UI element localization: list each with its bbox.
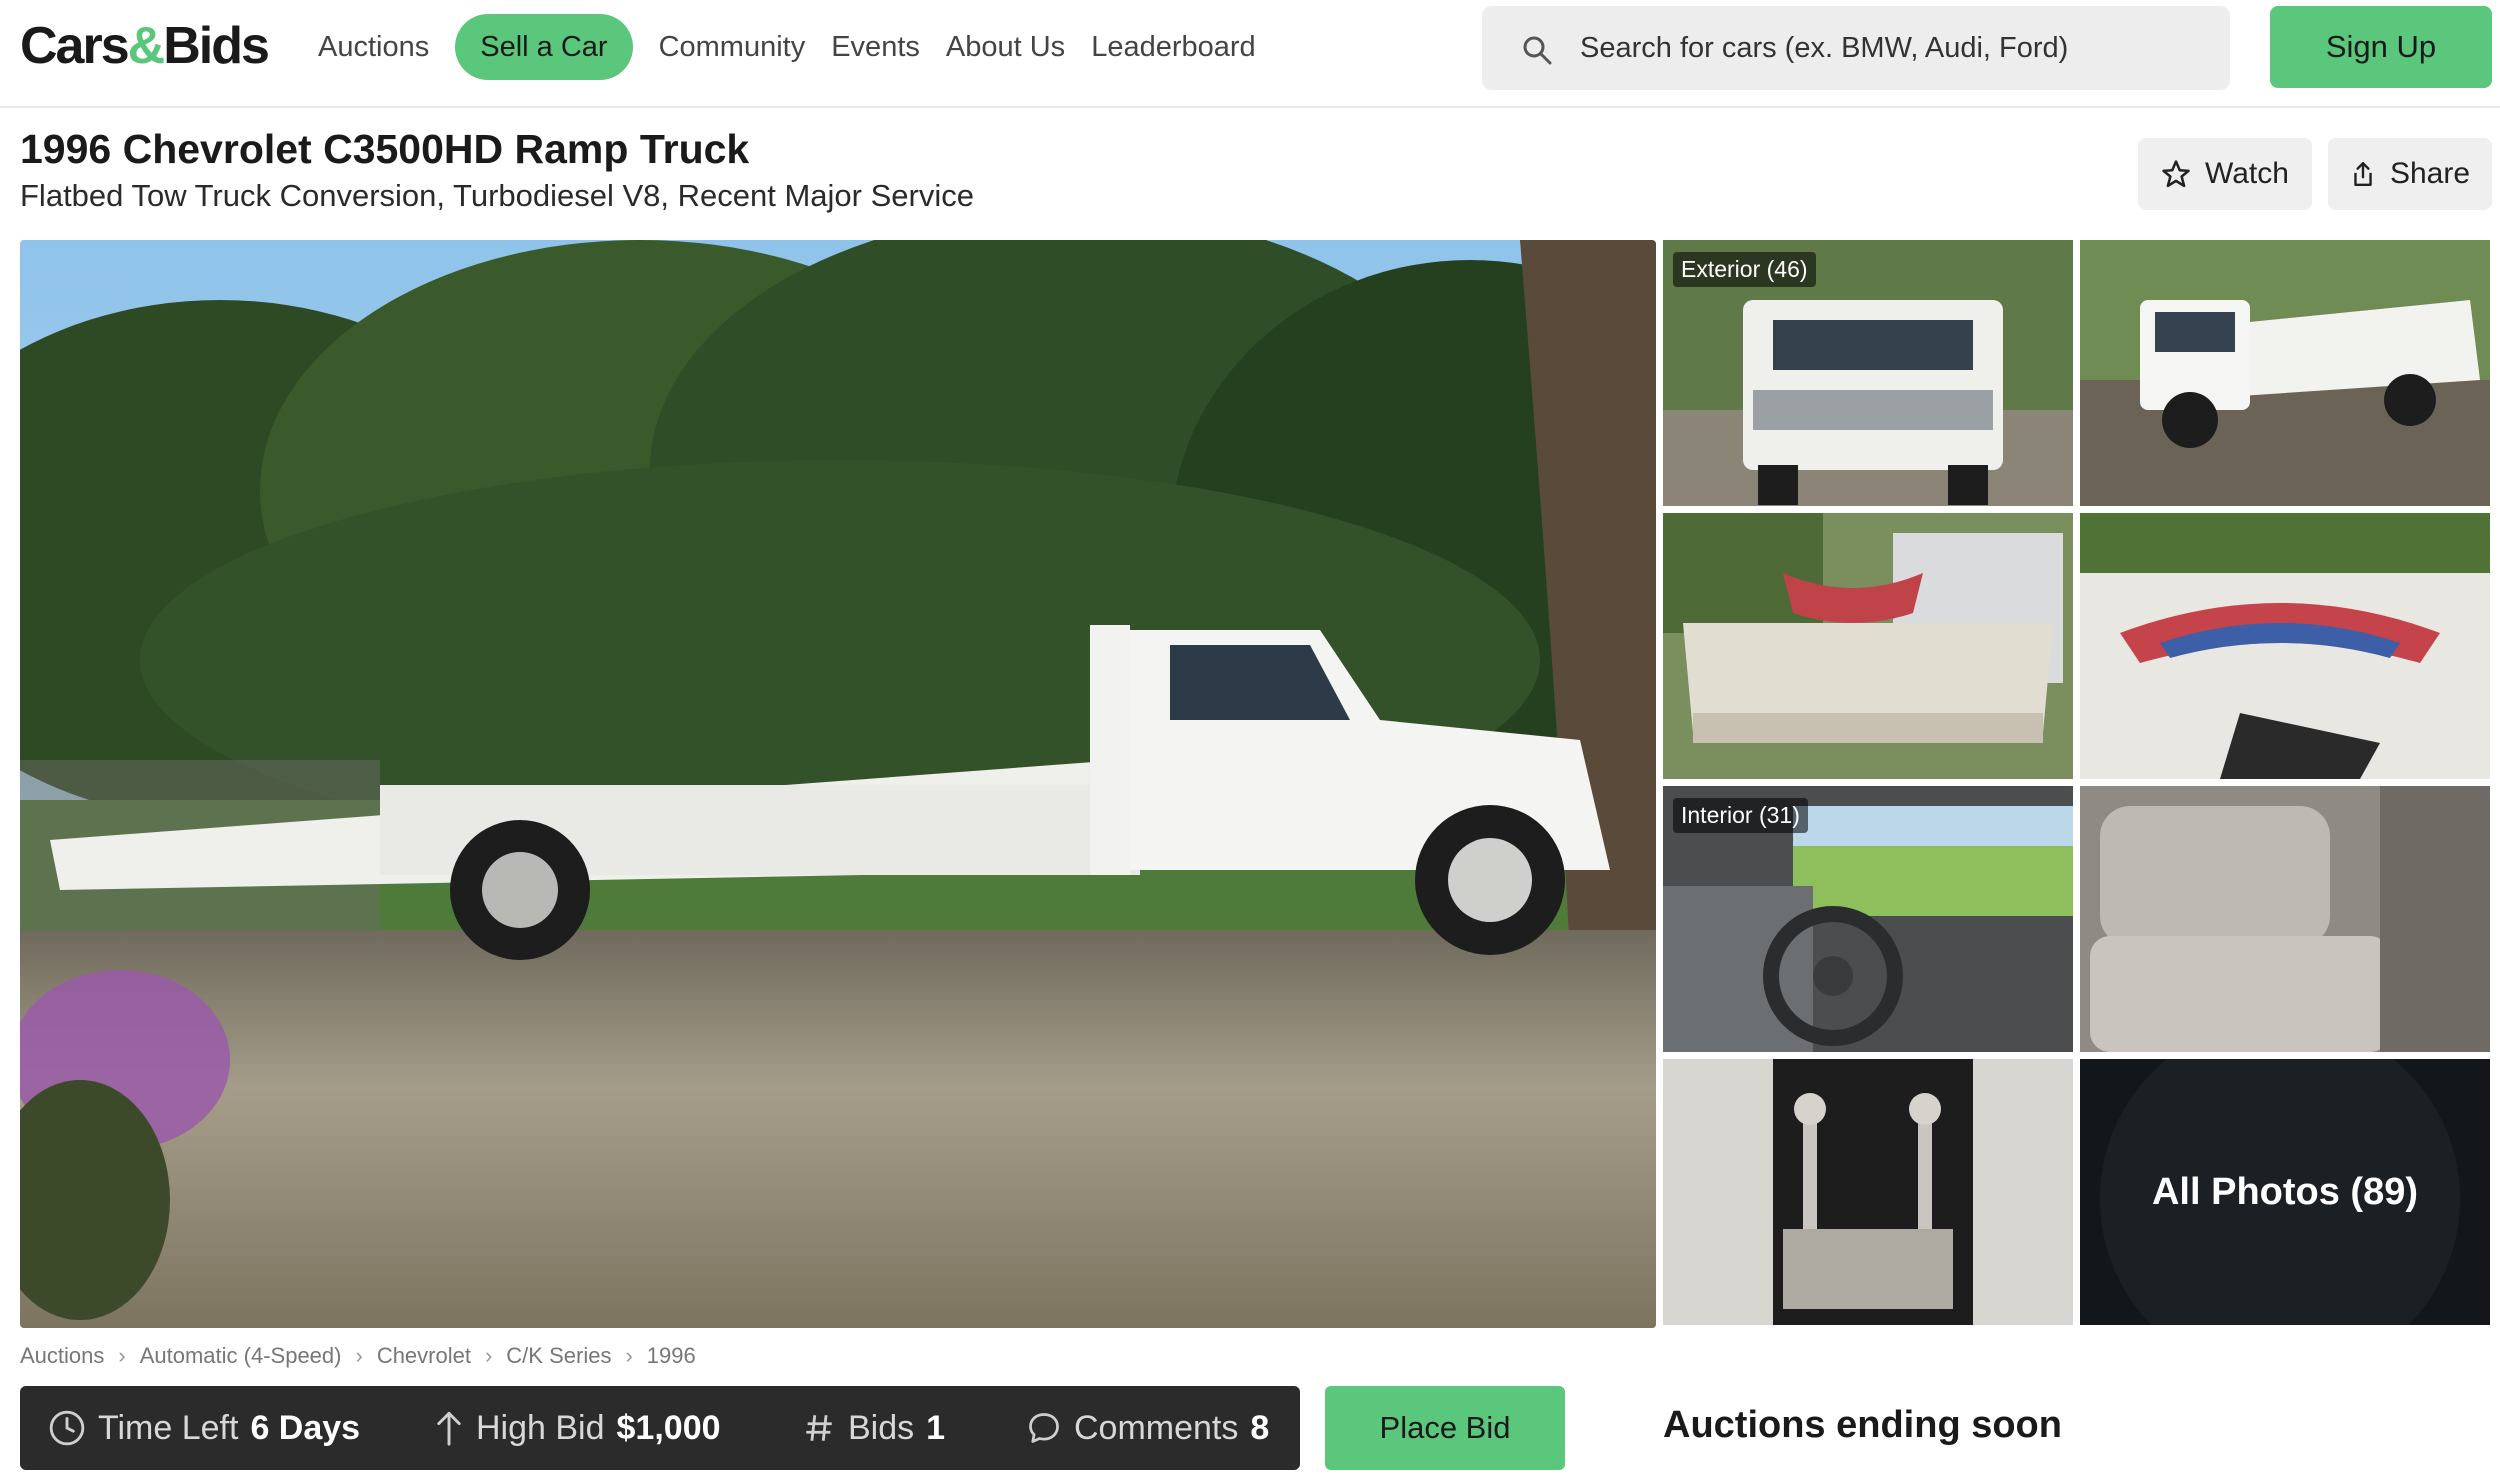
bids-value: 1 [926, 1408, 946, 1447]
thumbnail-exterior-side[interactable] [2080, 240, 2490, 506]
thumbnail-interior-seat[interactable] [2080, 786, 2490, 1052]
nav-events[interactable]: Events [831, 14, 920, 80]
thumbnail-hydraulic-levers[interactable] [1663, 1059, 2073, 1325]
place-bid-button[interactable]: Place Bid [1325, 1386, 1565, 1470]
time-left: Time Left 6 Days [48, 1386, 360, 1470]
arrow-up-icon [437, 1411, 461, 1446]
share-icon [2354, 162, 2372, 186]
nav-leaderboard[interactable]: Leaderboard [1091, 14, 1255, 80]
chevron-right-icon: › [355, 1343, 363, 1368]
comment-icon [1029, 1413, 1059, 1443]
comment-count[interactable]: Comments 8 [1026, 1386, 1269, 1470]
bids-label: Bids [848, 1408, 915, 1447]
listing-title: 1996 Chevrolet C3500HD Ramp Truck [20, 126, 750, 172]
bid-bar: Time Left 6 Days High Bid $1,000 Bids 1 … [20, 1386, 1300, 1470]
hash-icon [806, 1415, 832, 1441]
main-nav: Auctions Sell a Car Community Events Abo… [318, 14, 1256, 80]
breadcrumb-make[interactable]: Chevrolet [377, 1343, 471, 1369]
breadcrumb-model[interactable]: C/K Series [506, 1343, 611, 1369]
sign-up-button[interactable]: Sign Up [2270, 6, 2492, 88]
high-bid: High Bid $1,000 [434, 1386, 721, 1470]
comments-label: Comments [1074, 1408, 1239, 1447]
search-icon [1523, 36, 1552, 65]
main-photo[interactable] [20, 240, 1656, 1328]
site-logo[interactable]: Cars&Bids [20, 16, 270, 76]
chevron-right-icon: › [625, 1343, 633, 1368]
star-icon [2162, 160, 2190, 188]
thumbnail-interior-dash[interactable]: Interior (31) [1663, 786, 2073, 1052]
high-bid-label: High Bid [476, 1408, 605, 1447]
all-photos-label: All Photos (89) [2151, 1170, 2419, 1213]
listing-subtitle: Flatbed Tow Truck Conversion, Turbodiese… [20, 178, 974, 213]
search-placeholder: Search for cars (ex. BMW, Audi, Ford) [1580, 32, 2069, 64]
nav-community[interactable]: Community [659, 14, 806, 80]
thumbnail-exterior-front[interactable]: Exterior (46) [1663, 240, 2073, 506]
thumbnail-exterior-rear[interactable] [1663, 513, 2073, 779]
high-bid-value: $1,000 [616, 1408, 721, 1447]
thumbnail-exterior-deck[interactable] [2080, 513, 2490, 779]
search-input[interactable]: Search for cars (ex. BMW, Audi, Ford) [1482, 6, 2230, 90]
bid-count: Bids 1 [802, 1386, 945, 1470]
interior-photo-count: Interior (31) [1673, 798, 1808, 833]
watch-button[interactable]: Watch [2138, 138, 2312, 210]
time-left-value: 6 Days [250, 1408, 361, 1447]
clock-icon [49, 1410, 85, 1446]
breadcrumb-auctions[interactable]: Auctions [20, 1343, 104, 1369]
share-label: Share [2389, 157, 2471, 190]
share-button[interactable]: Share [2328, 138, 2492, 210]
all-photos-button[interactable]: All Photos (89) [2080, 1059, 2490, 1325]
chevron-right-icon: › [118, 1343, 126, 1368]
nav-about-us[interactable]: About Us [946, 14, 1065, 80]
exterior-photo-count: Exterior (46) [1673, 252, 1816, 287]
chevron-right-icon: › [484, 1343, 493, 1368]
breadcrumb-transmission[interactable]: Automatic (4-Speed) [140, 1343, 342, 1369]
auctions-ending-soon-heading: Auctions ending soon [1663, 1404, 2062, 1446]
breadcrumb: Auctions › Automatic (4-Speed) › Chevrol… [20, 1343, 696, 1369]
comments-value: 8 [1250, 1408, 1270, 1447]
breadcrumb-year[interactable]: 1996 [647, 1343, 696, 1369]
site-header: Cars&Bids Auctions Sell a Car Community … [0, 0, 2500, 108]
sell-a-car-button[interactable]: Sell a Car [455, 14, 633, 80]
time-left-label: Time Left [98, 1408, 239, 1447]
nav-auctions[interactable]: Auctions [318, 14, 429, 80]
watch-label: Watch [2205, 157, 2289, 190]
